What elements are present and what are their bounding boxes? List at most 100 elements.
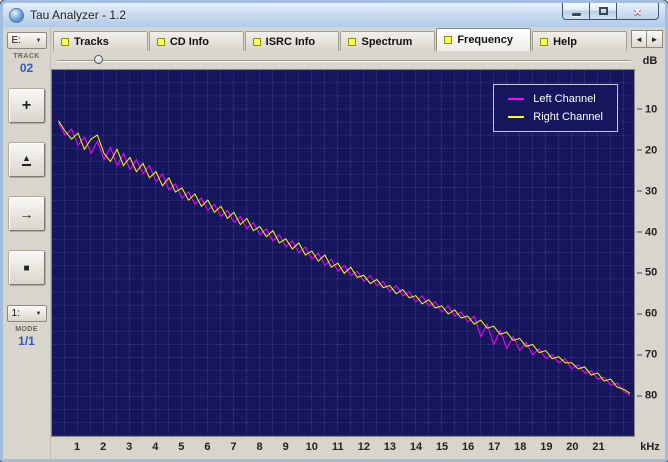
x-axis-unit-label: kHz xyxy=(640,441,660,453)
tab-spectrum[interactable]: Spectrum xyxy=(340,31,436,51)
tab-label: CD Info xyxy=(169,35,209,48)
x-axis-row: 1 2 3 4 5 6 7 8 9 10 11 12 13 14 15 16 17 18 19 20 21 kHz xyxy=(51,437,665,459)
stop-button[interactable]: ■ xyxy=(8,251,45,285)
x-tick-label: 5 xyxy=(178,441,185,453)
mode-group: 1: ▼ MODE 1/1 xyxy=(6,303,47,348)
slider-groove xyxy=(57,60,631,62)
mode-label: MODE xyxy=(15,326,38,333)
legend-label: Left Channel xyxy=(533,93,596,105)
tab-isrc-info[interactable]: ISRC Info xyxy=(244,31,340,51)
y-tick-label: 70 xyxy=(637,349,657,361)
x-tick-label: 1 xyxy=(74,441,81,453)
y-tick-label: 30 xyxy=(637,186,657,197)
x-tick-label: 21 xyxy=(592,441,605,453)
eject-icon: ▲ xyxy=(22,154,31,166)
app-window: Tau Analyzer - 1.2 × E: ▼ TRACK 02 + ▲ →… xyxy=(0,0,668,462)
y-axis-unit-label: dB xyxy=(642,55,658,67)
tab-scroll-right-button[interactable]: ► xyxy=(646,30,663,48)
tab-tracks[interactable]: Tracks xyxy=(53,31,148,51)
tab-bar: Tracks CD Info ISRC Info Spectrum Freque… xyxy=(51,27,665,51)
x-tick-label: 2 xyxy=(100,441,107,453)
mode-select[interactable]: 1: ▼ xyxy=(6,305,47,322)
app-icon xyxy=(9,7,24,23)
drive-select[interactable]: E: ▼ xyxy=(6,32,47,49)
track-label: TRACK xyxy=(13,53,40,60)
tab-label: Tracks xyxy=(74,35,109,48)
main-column: Tracks CD Info ISRC Info Spectrum Freque… xyxy=(51,27,665,459)
legend-label: Right Channel xyxy=(533,111,603,123)
tab-led-icon xyxy=(156,37,165,46)
transport-controls: + ▲ → ■ xyxy=(8,89,45,285)
tab-label: Spectrum xyxy=(361,35,413,48)
chevron-down-icon: ▼ xyxy=(35,37,42,44)
top-row: dB xyxy=(51,51,665,69)
x-tick-label: 4 xyxy=(152,441,159,453)
minimize-button[interactable] xyxy=(562,3,590,20)
x-tick-label: 8 xyxy=(256,441,263,453)
tab-led-icon xyxy=(61,37,69,46)
x-tick-label: 20 xyxy=(566,441,579,453)
tab-scroll-buttons: ◄ ► xyxy=(630,30,663,48)
y-tick-label: 80 xyxy=(637,390,657,402)
legend-swatch-left xyxy=(508,98,525,100)
position-slider[interactable] xyxy=(57,51,631,69)
sidebar: E: ▼ TRACK 02 + ▲ → ■ 1: ▼ MODE 1/1 xyxy=(3,27,51,459)
mode-value: 1/1 xyxy=(18,334,35,348)
x-tick-label: 13 xyxy=(383,441,397,453)
arrow-right-icon: → xyxy=(19,206,34,222)
x-tick-label: 15 xyxy=(435,441,449,453)
maximize-button[interactable] xyxy=(590,3,617,20)
track-number: 02 xyxy=(19,61,34,75)
tab-cd-info[interactable]: CD Info xyxy=(148,31,244,51)
x-tick-label: 6 xyxy=(204,441,211,453)
x-tick-label: 16 xyxy=(462,441,475,453)
plus-button[interactable]: + xyxy=(8,89,45,123)
tab-led-icon xyxy=(540,37,549,46)
arrow-left-icon: ◄ xyxy=(635,34,643,44)
x-axis: 1 2 3 4 5 6 7 8 9 10 11 12 13 14 15 16 17 18 19 20 21 xyxy=(51,437,635,459)
x-tick-label: 7 xyxy=(230,441,237,453)
tab-frequency[interactable]: Frequency xyxy=(436,28,532,51)
x-tick-label: 18 xyxy=(514,441,527,453)
legend-item-right: Right Channel xyxy=(508,111,603,123)
frequency-panel: dB Left Channel Right Channel 10 20 30 4… xyxy=(51,51,665,459)
close-button[interactable]: × xyxy=(617,3,659,20)
x-tick-label: 3 xyxy=(126,441,133,453)
position-slider-thumb[interactable] xyxy=(94,55,104,64)
titlebar[interactable]: Tau Analyzer - 1.2 × xyxy=(3,3,665,27)
tab-led-icon xyxy=(444,36,453,44)
window-controls: × xyxy=(562,3,659,20)
plus-icon: + xyxy=(21,97,32,114)
y-tick-label: 20 xyxy=(637,145,657,156)
tab-help[interactable]: Help xyxy=(532,31,627,51)
y-tick-label: 40 xyxy=(637,227,657,238)
tab-led-icon xyxy=(252,37,261,46)
chart-area: Left Channel Right Channel xyxy=(51,69,635,437)
window-content: E: ▼ TRACK 02 + ▲ → ■ 1: ▼ MODE 1/1 Trac… xyxy=(3,27,665,459)
drive-select-value: E: xyxy=(11,35,21,46)
chart-row: Left Channel Right Channel 10 20 30 40 50 60 7… xyxy=(51,69,665,437)
tab-scroll-left-button[interactable]: ◄ xyxy=(630,30,647,48)
x-tick-label: 11 xyxy=(331,441,344,453)
tab-label: Help xyxy=(553,35,577,48)
chart-legend: Left Channel Right Channel xyxy=(493,84,618,132)
x-tick-label: 12 xyxy=(357,441,370,453)
arrow-right-icon: ► xyxy=(650,34,659,44)
tab-label: Frequency xyxy=(457,34,513,46)
next-button[interactable]: → xyxy=(8,197,45,231)
tab-led-icon xyxy=(348,37,357,46)
x-tick-label: 9 xyxy=(282,441,289,453)
y-tick-label: 50 xyxy=(637,267,657,279)
x-tick-label: 17 xyxy=(488,441,501,453)
legend-item-left: Left Channel xyxy=(508,93,603,105)
eject-button[interactable]: ▲ xyxy=(8,143,45,177)
maximize-icon xyxy=(598,7,608,15)
y-tick-label: 60 xyxy=(637,308,657,320)
stop-icon: ■ xyxy=(23,262,30,274)
close-icon: × xyxy=(633,3,642,19)
x-tick-label: 14 xyxy=(409,441,423,453)
window-title: Tau Analyzer - 1.2 xyxy=(30,8,127,22)
mode-select-value: 1: xyxy=(11,308,20,319)
chevron-down-icon: ▼ xyxy=(35,310,42,317)
legend-swatch-right xyxy=(508,116,525,118)
